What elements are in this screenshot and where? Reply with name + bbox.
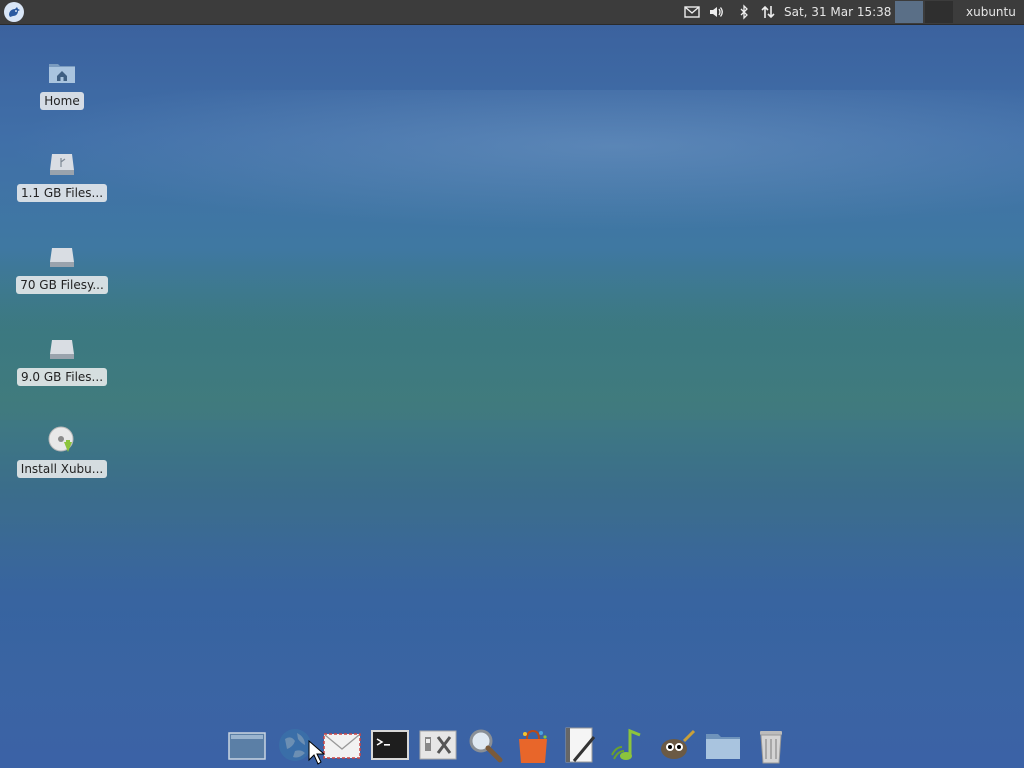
desktop-icon-drive-2[interactable]: 70 GB Filesy... <box>16 240 108 294</box>
image-editor-icon <box>660 729 695 759</box>
desktop-icon-label: Home <box>40 92 84 110</box>
music-player-icon <box>611 728 641 760</box>
xfce-mouse-icon <box>9 7 20 17</box>
terminal-button[interactable] <box>369 724 411 766</box>
home-folder-icon <box>46 56 78 88</box>
drive-icon <box>46 148 78 180</box>
workspace-1[interactable] <box>895 1 923 23</box>
software-center-button[interactable] <box>512 724 554 766</box>
show-desktop-icon <box>228 732 266 760</box>
clock[interactable]: Sat, 31 Mar 15:38 <box>784 0 891 24</box>
trash-icon <box>759 731 782 764</box>
system-tray <box>683 0 777 24</box>
user-menu[interactable]: xubuntu <box>966 0 1016 24</box>
drive-icon <box>46 240 78 272</box>
file-manager-button[interactable] <box>702 724 744 766</box>
installer-disc-icon <box>46 424 78 456</box>
workspace-2[interactable] <box>925 1 953 23</box>
settings-icon <box>419 730 456 760</box>
volume-icon[interactable] <box>707 3 725 21</box>
search-button[interactable] <box>464 724 506 766</box>
software-center-icon <box>518 729 547 763</box>
desktop-icon-label: Install Xubu... <box>16 460 108 478</box>
terminal-icon <box>370 730 409 760</box>
file-manager-icon <box>706 734 741 759</box>
mouse-pointer-icon <box>308 740 326 765</box>
music-player-button[interactable] <box>607 724 649 766</box>
mail-icon[interactable] <box>683 3 701 21</box>
search-icon <box>469 729 503 763</box>
network-icon[interactable] <box>759 3 777 21</box>
desktop-icon-drive-3[interactable]: 9.0 GB Files... <box>16 332 108 386</box>
bluetooth-icon[interactable] <box>735 3 753 21</box>
mail-client-icon <box>323 733 361 759</box>
desktop-icon-drive-1[interactable]: 1.1 GB Files... <box>16 148 108 202</box>
wallpaper-mist-top <box>0 90 1024 230</box>
settings-button[interactable] <box>417 724 459 766</box>
desktop-icon-home[interactable]: Home <box>19 56 105 110</box>
desktop-icon-label: 9.0 GB Files... <box>16 368 108 386</box>
desktop-icon-label: 1.1 GB Files... <box>16 184 108 202</box>
text-editor-button[interactable] <box>559 724 601 766</box>
desktop-icon-installer[interactable]: Install Xubu... <box>16 424 108 478</box>
top-panel: Sat, 31 Mar 15:38 xubuntu <box>0 0 1024 25</box>
wallpaper-lake-band <box>0 520 1024 680</box>
image-editor-button[interactable] <box>655 724 697 766</box>
mail-client-button[interactable] <box>321 724 363 766</box>
whisker-menu-button[interactable] <box>4 2 24 22</box>
wallpaper-forest-band <box>0 250 1024 420</box>
desktop-icon-label: 70 GB Filesy... <box>16 276 108 294</box>
drive-icon <box>46 332 78 364</box>
text-editor-icon <box>565 727 596 763</box>
show-desktop-button[interactable] <box>226 724 268 766</box>
trash-button[interactable] <box>750 724 792 766</box>
